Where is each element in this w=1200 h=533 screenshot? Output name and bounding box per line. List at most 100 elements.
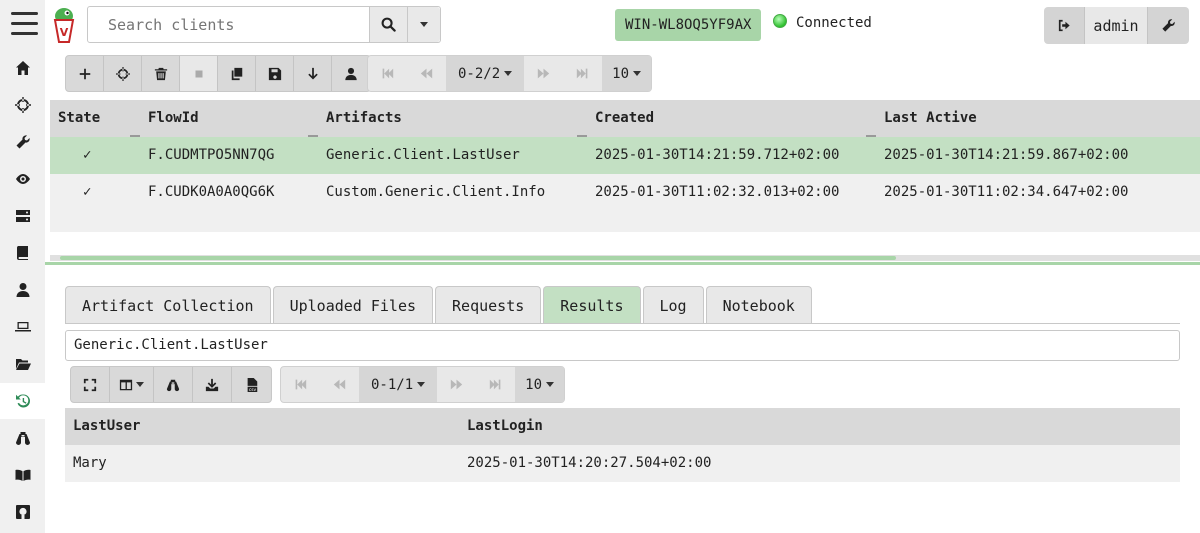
- fullscreen-button[interactable]: [71, 367, 110, 402]
- first-page-button[interactable]: [281, 367, 320, 402]
- backward-icon: [420, 68, 433, 79]
- logout-button[interactable]: [1044, 7, 1084, 44]
- chevron-down-icon: [420, 22, 428, 27]
- client-hostname-badge[interactable]: WIN-WL8OQ5YF9AX: [615, 9, 762, 41]
- laptop-icon[interactable]: [0, 309, 45, 345]
- horizontal-scrollbar[interactable]: [50, 255, 1200, 261]
- hunt-button[interactable]: [104, 56, 142, 91]
- column-header-flowid[interactable]: FlowId: [148, 100, 199, 137]
- book-open-icon[interactable]: [0, 457, 45, 493]
- chevron-down-icon: [136, 382, 144, 387]
- username-button[interactable]: admin: [1084, 7, 1148, 44]
- server-icon[interactable]: [0, 198, 45, 234]
- table-row[interactable]: Mary 2025-01-30T14:20:27.504+02:00: [65, 445, 1180, 482]
- menu-icon[interactable]: [11, 12, 38, 38]
- scrollbar-thumb[interactable]: [60, 256, 896, 260]
- last-user-cell: Mary: [73, 455, 107, 471]
- tab-divider: [65, 323, 1180, 324]
- download-csv-button[interactable]: csv: [232, 367, 271, 402]
- column-header-last-active[interactable]: Last Active: [884, 100, 977, 137]
- search-results-button[interactable]: [154, 367, 193, 402]
- download-json-button[interactable]: [193, 367, 232, 402]
- column-header-artifacts[interactable]: Artifacts: [326, 100, 402, 137]
- download-icon: [205, 378, 219, 391]
- forward-icon: [450, 379, 463, 390]
- chevron-down-icon: [504, 71, 513, 76]
- table-row[interactable]: ✓ F.CUDK0A0A0QG6K Custom.Generic.Client.…: [50, 174, 1200, 211]
- state-check-icon: ✓: [83, 147, 92, 163]
- delete-button[interactable]: [142, 56, 180, 91]
- search-input[interactable]: [88, 7, 369, 42]
- skip-first-icon: [295, 379, 307, 390]
- sign-out-icon: [1058, 19, 1070, 32]
- skip-last-icon: [489, 379, 501, 390]
- new-collection-button[interactable]: [66, 56, 104, 91]
- last-page-button[interactable]: [476, 367, 515, 402]
- stop-icon: [195, 70, 202, 77]
- page-size-dropdown[interactable]: 10: [602, 56, 652, 91]
- stop-button[interactable]: [180, 56, 218, 91]
- home-icon[interactable]: [0, 50, 45, 86]
- tab-artifact-collection[interactable]: Artifact Collection: [65, 286, 271, 324]
- page-range: 0-2/2: [458, 65, 501, 82]
- crosshair-icon[interactable]: [0, 87, 45, 123]
- skip-last-icon: [576, 68, 588, 79]
- artifact-selector[interactable]: Generic.Client.LastUser: [65, 330, 1180, 361]
- tab-uploaded-files[interactable]: Uploaded Files: [272, 286, 434, 324]
- tab-log[interactable]: Log: [642, 286, 704, 324]
- next-page-button[interactable]: [437, 367, 476, 402]
- last-active-cell: 2025-01-30T11:02:34.647+02:00: [884, 184, 1129, 200]
- prev-page-button[interactable]: [407, 56, 446, 91]
- tab-notebook[interactable]: Notebook: [705, 286, 812, 324]
- user-icon[interactable]: [0, 272, 45, 308]
- page-size-dropdown[interactable]: 10: [515, 367, 565, 402]
- top-bar: V WIN-WL8OQ5YF9AX Connected admin: [45, 0, 1200, 50]
- column-selector-button[interactable]: [110, 367, 154, 402]
- last-page-button[interactable]: [563, 56, 602, 91]
- folder-open-icon[interactable]: [0, 346, 45, 382]
- column-header-created[interactable]: Created: [595, 100, 654, 137]
- column-header-state[interactable]: State: [58, 100, 100, 137]
- connection-status-icon: [773, 14, 787, 28]
- user-settings-button[interactable]: [1148, 7, 1189, 44]
- column-header-lastuser[interactable]: LastUser: [73, 408, 140, 445]
- wrench-icon[interactable]: [0, 124, 45, 160]
- file-csv-icon: csv: [247, 377, 257, 392]
- history-icon[interactable]: [0, 383, 45, 419]
- first-page-button[interactable]: [368, 56, 407, 91]
- trash-icon: [154, 67, 167, 80]
- last-active-cell: 2025-01-30T14:21:59.867+02:00: [884, 147, 1129, 163]
- flow-details-tabs: Artifact Collection Uploaded Files Reque…: [65, 286, 814, 324]
- copy-collection-button[interactable]: [218, 56, 256, 91]
- crosshair-icon: [115, 66, 130, 81]
- pane-splitter[interactable]: [45, 262, 1200, 265]
- table-header: State FlowId Artifacts Created Last Acti…: [50, 100, 1200, 137]
- book-icon[interactable]: [0, 235, 45, 271]
- table-row[interactable]: ✓ F.CUDMTPO5NN7QG Generic.Client.LastUse…: [50, 137, 1200, 174]
- created-cell: 2025-01-30T14:21:59.712+02:00: [595, 147, 840, 163]
- velociraptor-logo[interactable]: V: [51, 6, 77, 44]
- tab-results[interactable]: Results: [543, 286, 641, 324]
- flows-toolbar: [65, 55, 371, 92]
- user-menu: admin: [1044, 7, 1189, 44]
- forward-icon: [537, 68, 550, 79]
- next-page-button[interactable]: [524, 56, 563, 91]
- search-dropdown-button[interactable]: [407, 7, 440, 42]
- download-button[interactable]: [294, 56, 332, 91]
- state-check-icon: ✓: [83, 184, 92, 200]
- expand-icon: [83, 378, 97, 391]
- column-header-lastlogin[interactable]: LastLogin: [467, 408, 543, 445]
- github-icon[interactable]: [0, 494, 45, 530]
- save-button[interactable]: [256, 56, 294, 91]
- user-filter-button[interactable]: [332, 56, 370, 91]
- svg-text:V: V: [60, 26, 69, 39]
- binoculars-icon[interactable]: [0, 420, 45, 456]
- eye-icon[interactable]: [0, 161, 45, 197]
- tab-requests[interactable]: Requests: [435, 286, 542, 324]
- page-range-dropdown[interactable]: 0-2/2: [446, 56, 525, 91]
- prev-page-button[interactable]: [320, 367, 359, 402]
- chevron-down-icon: [417, 382, 426, 387]
- page-range-dropdown[interactable]: 0-1/1: [359, 367, 438, 402]
- search-button[interactable]: [369, 7, 407, 42]
- search-icon: [381, 17, 396, 32]
